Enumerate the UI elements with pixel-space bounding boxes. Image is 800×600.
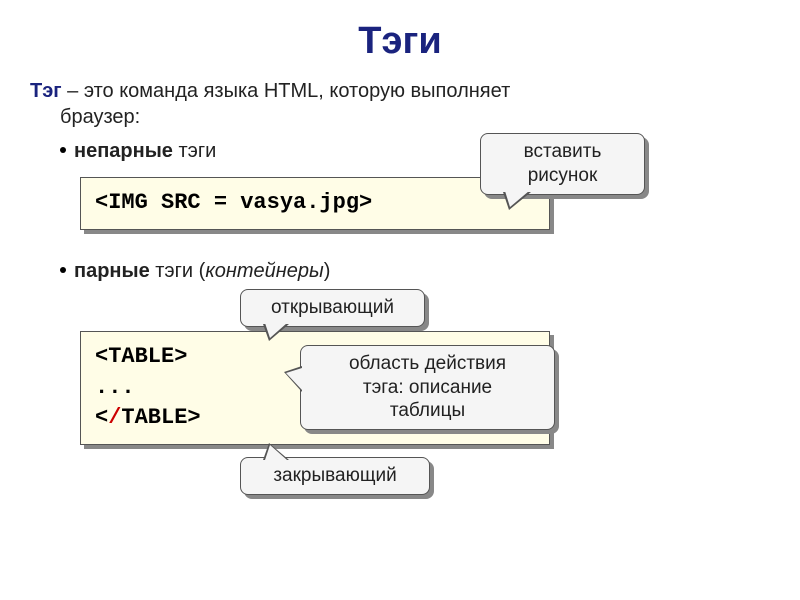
- callout-opening: открывающий: [240, 289, 425, 327]
- callout4-text: закрывающий: [273, 465, 396, 486]
- callout-tail-icon: [284, 366, 302, 392]
- code-close-open: <: [95, 405, 108, 430]
- callout-insert-image: вставить рисунок: [480, 133, 645, 195]
- bullet2-italic: контейнеры: [205, 260, 323, 282]
- code-close-slash: /: [108, 405, 121, 430]
- codebox2-wrap: открывающий область действия тэга: описа…: [80, 331, 770, 445]
- bullet-dot-icon: [60, 267, 66, 273]
- code-close-rest: TABLE>: [121, 405, 200, 430]
- callout1-line2: рисунок: [528, 165, 598, 186]
- callout1-line1: вставить: [524, 141, 602, 162]
- intro-line2: браузер:: [60, 106, 140, 128]
- callout-scope: область действия тэга: описание таблицы: [300, 345, 555, 430]
- intro-term: Тэг: [30, 80, 62, 102]
- callout-closing: закрывающий: [240, 457, 430, 495]
- bullet2-bold: парные: [74, 260, 150, 282]
- bullet-unpaired: непарные тэги: [60, 140, 770, 163]
- page-title: Тэги: [30, 20, 770, 63]
- codebox1-wrap: вставить рисунок <IMG SRC = vasya.jpg>: [80, 177, 770, 230]
- bullet-paired: парные тэги (контейнеры): [60, 260, 770, 283]
- bullet1-rest: тэги: [173, 140, 216, 162]
- intro-paragraph: Тэг – это команда языка HTML, которую вы…: [30, 78, 770, 130]
- bullet2-rest: тэги (: [150, 260, 206, 282]
- callout3-line3: таблицы: [390, 400, 465, 421]
- code-open: <TABLE>: [95, 344, 187, 369]
- bullet-dot-icon: [60, 147, 66, 153]
- callout3-line2: тэга: описание: [363, 377, 492, 398]
- callout2-text: открывающий: [271, 297, 394, 318]
- bullet1-bold: непарные: [74, 140, 173, 162]
- callout-tail-icon: [263, 324, 289, 341]
- bullet2-after: ): [324, 260, 331, 282]
- code-mid: ...: [95, 375, 135, 400]
- callout3-line1: область действия: [349, 353, 506, 374]
- callout-tail-icon: [263, 443, 289, 460]
- intro-rest1: – это команда языка HTML, которую выполн…: [62, 80, 511, 102]
- callout-tail-icon: [503, 192, 531, 210]
